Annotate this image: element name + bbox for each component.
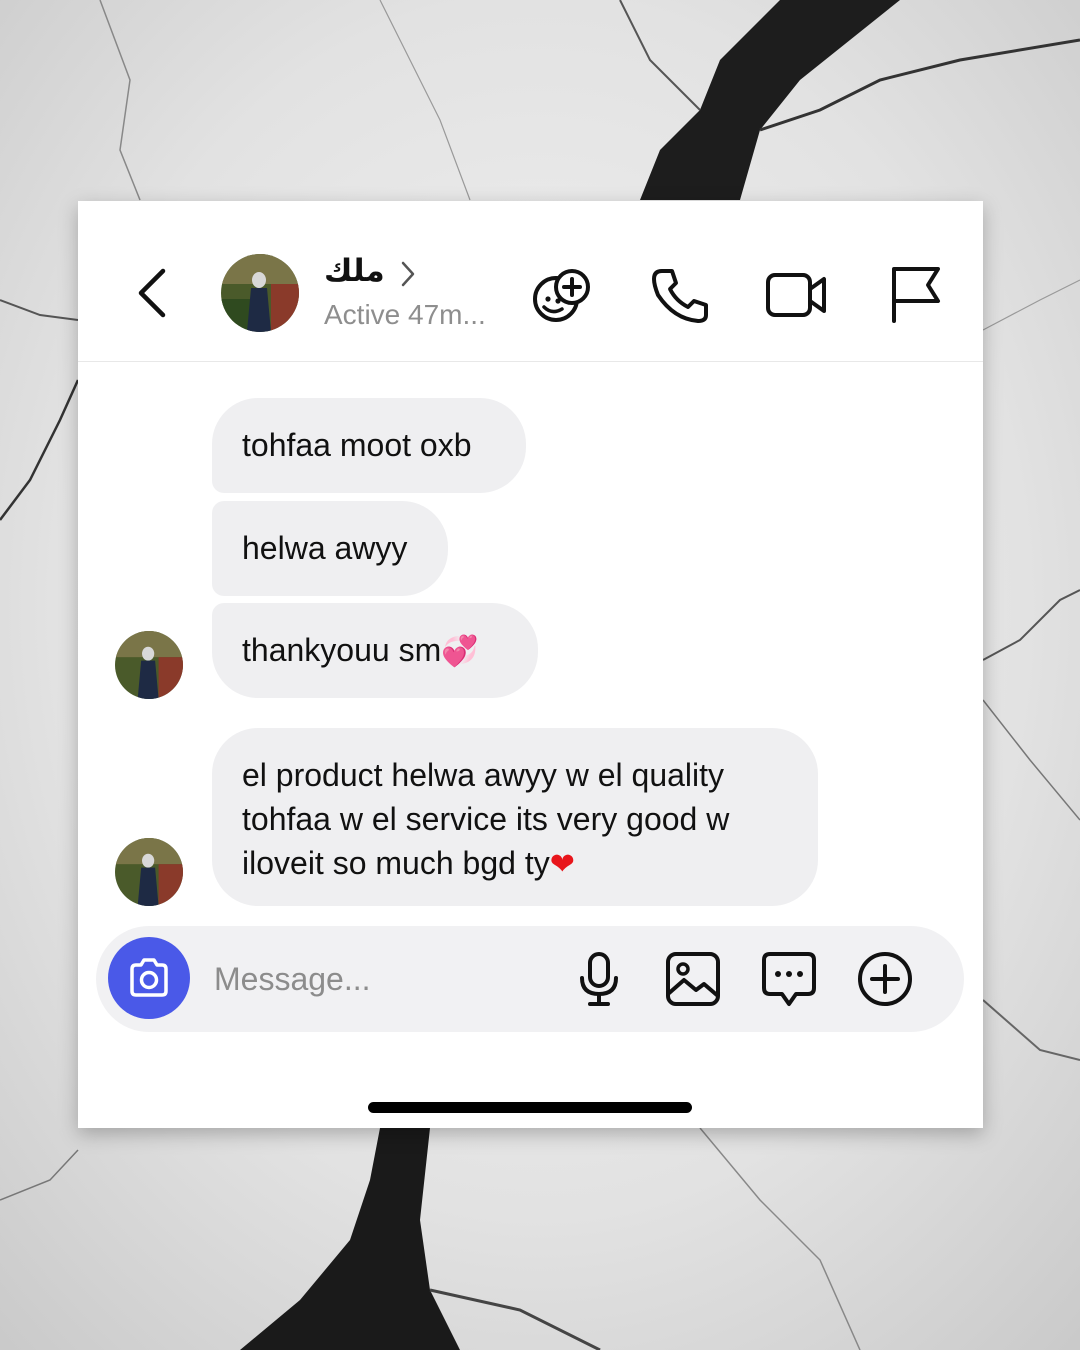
message-bubble[interactable]: el product helwa awyy w el quality tohfa… (212, 728, 818, 906)
hearts-emoji: 💞 (441, 634, 479, 669)
flag-icon[interactable] (884, 263, 950, 325)
camera-button[interactable] (108, 937, 190, 1019)
heart-emoji: ❤ (549, 847, 575, 882)
message-bubble[interactable]: tohfaa moot oxb (212, 398, 526, 493)
video-camera-icon[interactable] (764, 263, 830, 325)
message-composer (96, 926, 964, 1032)
message-text: el product helwa awyy w el quality tohfa… (242, 757, 730, 881)
avatar-photo (115, 631, 183, 699)
avatar-photo (115, 838, 183, 906)
chat-window: ملك Active 47m... tohfaa moot oxb helwa … (78, 201, 983, 1128)
avatar[interactable] (221, 254, 299, 332)
message-input[interactable] (212, 950, 546, 1008)
message-text: helwa awyy (242, 530, 408, 566)
message-text: tohfaa moot oxb (242, 427, 472, 463)
chat-header: ملك Active 47m... (78, 201, 983, 362)
chevron-right-icon[interactable] (398, 259, 418, 289)
avatar-photo (221, 254, 299, 332)
contact-name[interactable]: ملك (324, 253, 385, 289)
chat-bubble-icon[interactable] (760, 950, 818, 1008)
gallery-icon[interactable] (664, 950, 722, 1008)
sender-avatar[interactable] (115, 631, 183, 699)
phone-icon[interactable] (648, 263, 714, 325)
message-list: tohfaa moot oxb helwa awyy thankyouu sm💞 (78, 362, 983, 922)
message-text: thankyouu sm (242, 632, 442, 668)
sender-avatar[interactable] (115, 838, 183, 906)
active-status: Active 47m... (324, 299, 486, 330)
back-icon[interactable] (133, 263, 173, 323)
message-bubble[interactable]: helwa awyy (212, 501, 448, 596)
home-indicator (368, 1102, 692, 1113)
camera-icon (130, 958, 168, 997)
sticker-add-icon[interactable] (530, 263, 596, 325)
message-bubble[interactable]: thankyouu sm💞 (212, 603, 538, 698)
plus-circle-icon[interactable] (856, 950, 914, 1008)
microphone-icon[interactable] (570, 950, 628, 1008)
